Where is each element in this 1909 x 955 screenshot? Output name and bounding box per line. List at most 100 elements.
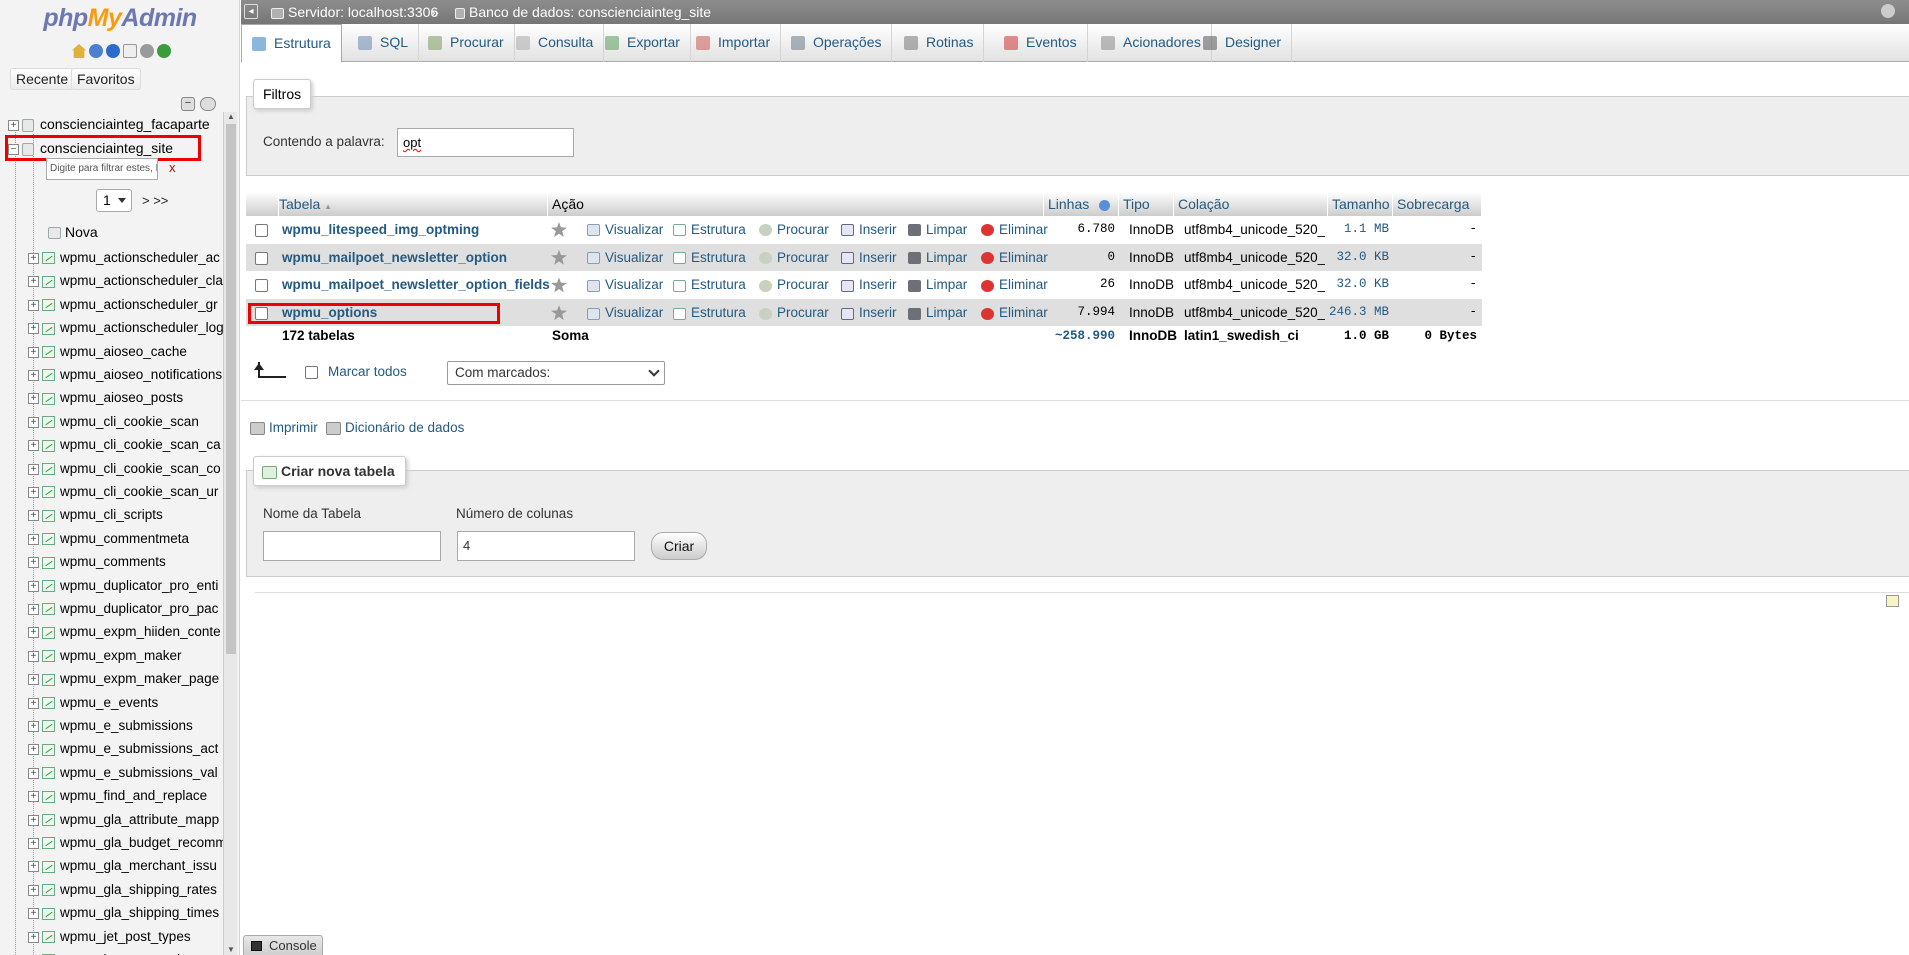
tab-operações[interactable]: Operações	[781, 24, 893, 62]
sidebar-table-name[interactable]: wpmu_e_submissions_act	[60, 741, 218, 756]
expand-icon[interactable]: +	[28, 931, 39, 943]
structure-action[interactable]: Estrutura	[673, 299, 746, 326]
expand-icon[interactable]: +	[28, 557, 39, 569]
table-icon[interactable]	[42, 252, 55, 265]
table-size-link[interactable]: 32.0 KB	[1328, 244, 1389, 271]
console-button[interactable]: Console	[243, 935, 323, 955]
expand-icon[interactable]: +	[28, 627, 39, 639]
expand-icon[interactable]: +	[28, 837, 39, 849]
clear-filter-button[interactable]: x	[169, 160, 176, 175]
table-name-link[interactable]: wpmu_mailpoet_newsletter_option_fields	[282, 271, 550, 298]
insert-action[interactable]: Inserir	[841, 271, 897, 298]
sidebar-table-name[interactable]: wpmu_gla_merchant_issu	[60, 858, 217, 873]
sidebar-table-item[interactable]: + wpmu_e_submissions_act	[28, 739, 223, 759]
table-size-link[interactable]: 1.1 MB	[1328, 216, 1389, 243]
sidebar-table-name[interactable]: wpmu_gla_shipping_rates	[60, 882, 217, 897]
drop-action[interactable]: Eliminar	[981, 271, 1048, 298]
header-type[interactable]: Tipo	[1119, 192, 1174, 216]
table-icon[interactable]	[42, 860, 55, 873]
sidebar-table-item[interactable]: + wpmu_actionscheduler_gr	[28, 295, 223, 315]
header-size[interactable]: Tamanho	[1328, 192, 1393, 216]
table-icon[interactable]	[42, 767, 55, 780]
tab-eventos[interactable]: Eventos	[994, 24, 1088, 62]
sidebar-table-item[interactable]: + wpmu_actionscheduler_log	[28, 318, 223, 338]
tab-label[interactable]: Estrutura	[274, 35, 331, 51]
tab-label[interactable]: Operações	[813, 34, 881, 50]
browse-action[interactable]: Visualizar	[587, 216, 663, 243]
breadcrumb-server-label[interactable]: Servidor: localhost:3306	[288, 4, 438, 20]
link-with-main-icon[interactable]	[200, 97, 216, 111]
drop-action[interactable]: Eliminar	[981, 244, 1048, 271]
row-checkbox[interactable]	[255, 251, 268, 265]
sidebar-table-name[interactable]: wpmu_gla_budget_recomm	[60, 835, 223, 850]
tab-consulta[interactable]: Consulta	[506, 24, 605, 62]
with-selected-select[interactable]: Com marcados:	[447, 361, 665, 385]
expand-icon[interactable]: +	[28, 323, 39, 335]
tab-label[interactable]: Acionadores	[1123, 34, 1201, 50]
create-button[interactable]: Criar	[651, 532, 707, 560]
expand-icon[interactable]: +	[28, 252, 39, 264]
help-icon[interactable]	[106, 44, 120, 58]
table-icon[interactable]	[42, 603, 55, 616]
table-name-input[interactable]	[263, 531, 441, 561]
expand-icon[interactable]: +	[28, 908, 39, 920]
sidebar-table-name[interactable]: wpmu_e_events	[60, 695, 158, 710]
next-page-link[interactable]: > >>	[142, 193, 168, 208]
table-icon[interactable]	[42, 650, 55, 663]
tab-label[interactable]: Exportar	[627, 34, 680, 50]
collapse-icon[interactable]: −	[8, 143, 19, 155]
expand-icon[interactable]: +	[28, 767, 39, 779]
sidebar-table-item[interactable]: + wpmu_cli_cookie_scan	[28, 412, 223, 432]
sidebar-table-item[interactable]: + wpmu_e_events	[28, 693, 223, 713]
page-select[interactable]: 1	[96, 189, 132, 212]
browse-action[interactable]: Visualizar	[587, 299, 663, 326]
table-size-link[interactable]: 246.3 MB	[1328, 299, 1389, 326]
table-icon[interactable]	[42, 299, 55, 312]
sidebar-table-item[interactable]: + wpmu_jet_post_types	[28, 927, 223, 947]
drop-action[interactable]: Eliminar	[981, 299, 1048, 326]
tab-designer[interactable]: Designer	[1193, 24, 1293, 62]
tab-sql[interactable]: SQL	[348, 24, 420, 62]
tab-estrutura[interactable]: Estrutura	[241, 24, 342, 63]
expand-icon[interactable]: +	[28, 486, 39, 498]
sidebar-table-name[interactable]: wpmu_commentmeta	[60, 531, 189, 546]
favorite-star-icon[interactable]	[551, 249, 567, 265]
sidebar-table-name[interactable]: wpmu_e_submissions_val	[60, 765, 218, 780]
expand-icon[interactable]: +	[28, 720, 39, 732]
phpmyadmin-logo[interactable]: phpMyAdmin	[0, 4, 239, 33]
insert-action[interactable]: Inserir	[841, 216, 897, 243]
table-icon[interactable]	[42, 486, 55, 499]
favorite-star-icon[interactable]	[551, 222, 567, 237]
table-name-link[interactable]: wpmu_litespeed_img_optming	[282, 216, 479, 243]
table-icon[interactable]	[42, 697, 55, 710]
sidebar-table-item[interactable]: + wpmu_gla_merchant_issu	[28, 856, 223, 876]
sidebar-table-name[interactable]: wpmu_actionscheduler_gr	[60, 297, 218, 312]
table-icon[interactable]	[42, 533, 55, 546]
print-link[interactable]: Imprimir	[250, 420, 318, 435]
sidebar-table-item[interactable]: + wpmu_duplicator_pro_pac	[28, 599, 223, 619]
header-rows[interactable]: Linhas	[1044, 192, 1119, 216]
sidebar-table-name[interactable]: wpmu_expm_hiiden_conte	[60, 624, 221, 639]
table-icon[interactable]	[42, 322, 55, 335]
sidebar-table-name[interactable]: wpmu_cli_cookie_scan_ca	[60, 437, 221, 452]
sidebar-table-item[interactable]: + wpmu_aioseo_posts	[28, 388, 223, 408]
table-icon[interactable]	[42, 275, 55, 288]
table-icon[interactable]	[42, 790, 55, 803]
sidebar-table-item[interactable]: + wpmu_duplicator_pro_enti	[28, 576, 223, 596]
sidebar-table-name[interactable]: wpmu_jet_post_types	[60, 929, 191, 944]
sidebar-table-name[interactable]: wpmu_gla_attribute_mapp	[60, 812, 219, 827]
tab-label[interactable]: Consulta	[538, 34, 593, 50]
expand-icon[interactable]: +	[28, 463, 39, 475]
expand-icon[interactable]: +	[28, 299, 39, 311]
expand-icon[interactable]: +	[28, 510, 39, 522]
expand-icon[interactable]: +	[28, 744, 39, 756]
expand-icon[interactable]: +	[28, 276, 39, 288]
sidebar-table-name[interactable]: wpmu_cli_scripts	[60, 507, 163, 522]
table-icon[interactable]	[42, 931, 55, 944]
sidebar-table-name[interactable]: wpmu_e_submissions	[60, 718, 193, 733]
sidebar-table-item[interactable]: + wpmu_expm_maker	[28, 646, 223, 666]
browse-action[interactable]: Visualizar	[587, 244, 663, 271]
table-icon[interactable]	[42, 743, 55, 756]
database-name[interactable]: conscienciainteg_facaparte	[40, 116, 210, 132]
header-overhead[interactable]: Sobrecarga	[1393, 192, 1482, 216]
